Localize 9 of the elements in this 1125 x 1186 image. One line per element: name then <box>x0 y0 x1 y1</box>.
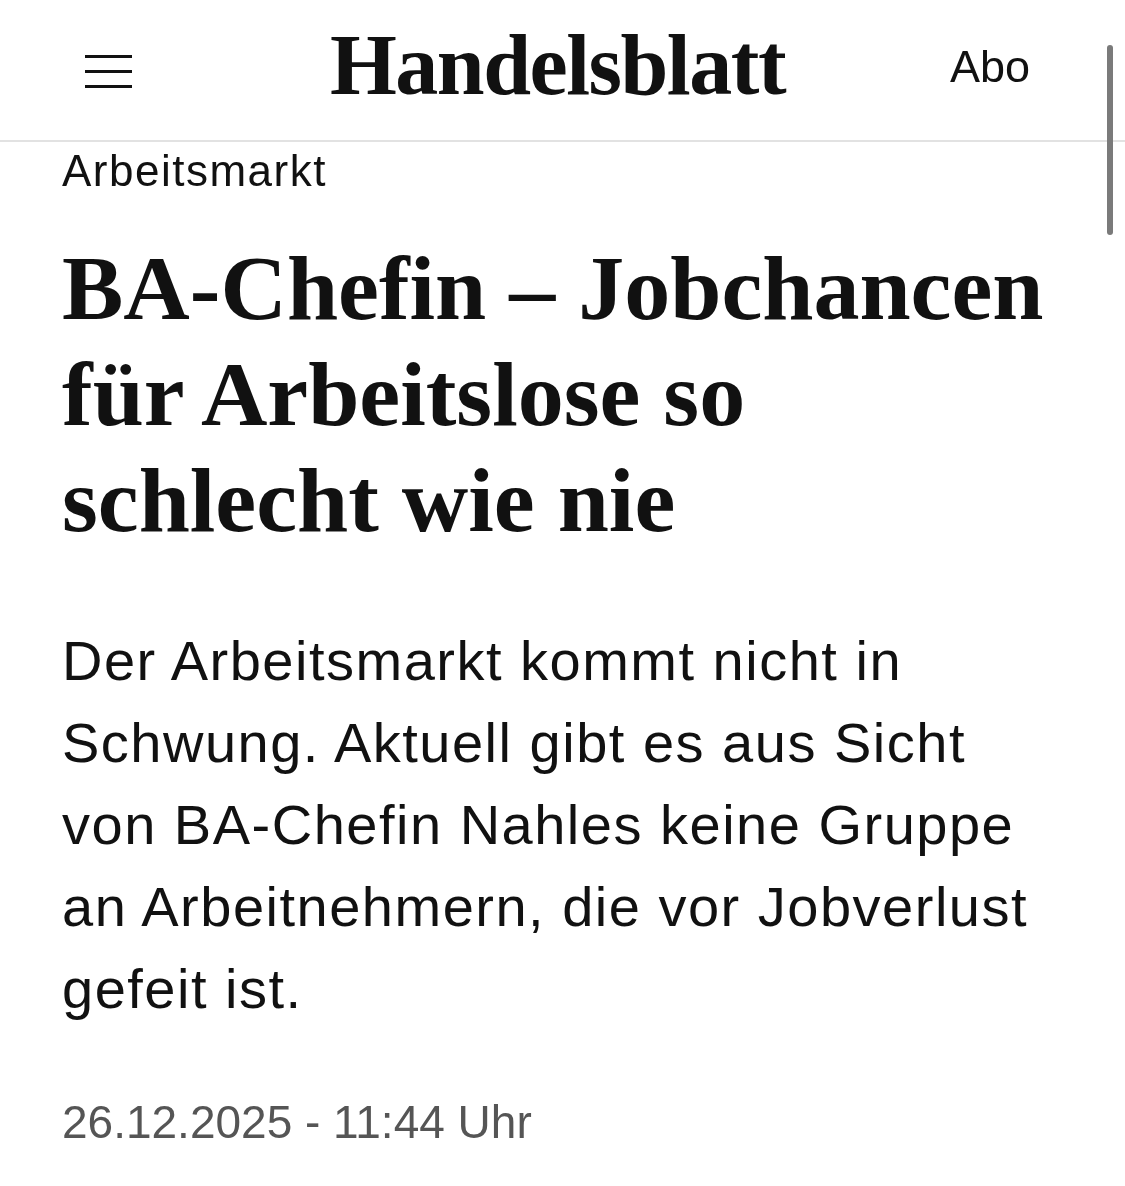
scrollbar-thumb[interactable] <box>1107 45 1113 235</box>
menu-icon <box>85 54 132 88</box>
publish-date: 26.12.2025 - 11:44 Uhr <box>62 1094 532 1150</box>
subscribe-link[interactable]: Abo <box>949 42 1030 92</box>
category-link[interactable]: Arbeitsmarkt <box>62 145 327 198</box>
logo[interactable]: Handelsblatt <box>329 22 786 118</box>
headline: BA-Chefin – Jobchancen für Arbeitslose so schlecht wie nie <box>62 235 1045 553</box>
lead-paragraph: Der Arbeitsmarkt kommt nicht in Schwung. Aktuell gibt es aus Sicht von BA-Chefin Nahles keine Gruppe an Arbeitnehmern, die vor Jobverlust gefeit ist. <box>62 627 1030 1022</box>
menu-button[interactable] <box>85 54 132 88</box>
